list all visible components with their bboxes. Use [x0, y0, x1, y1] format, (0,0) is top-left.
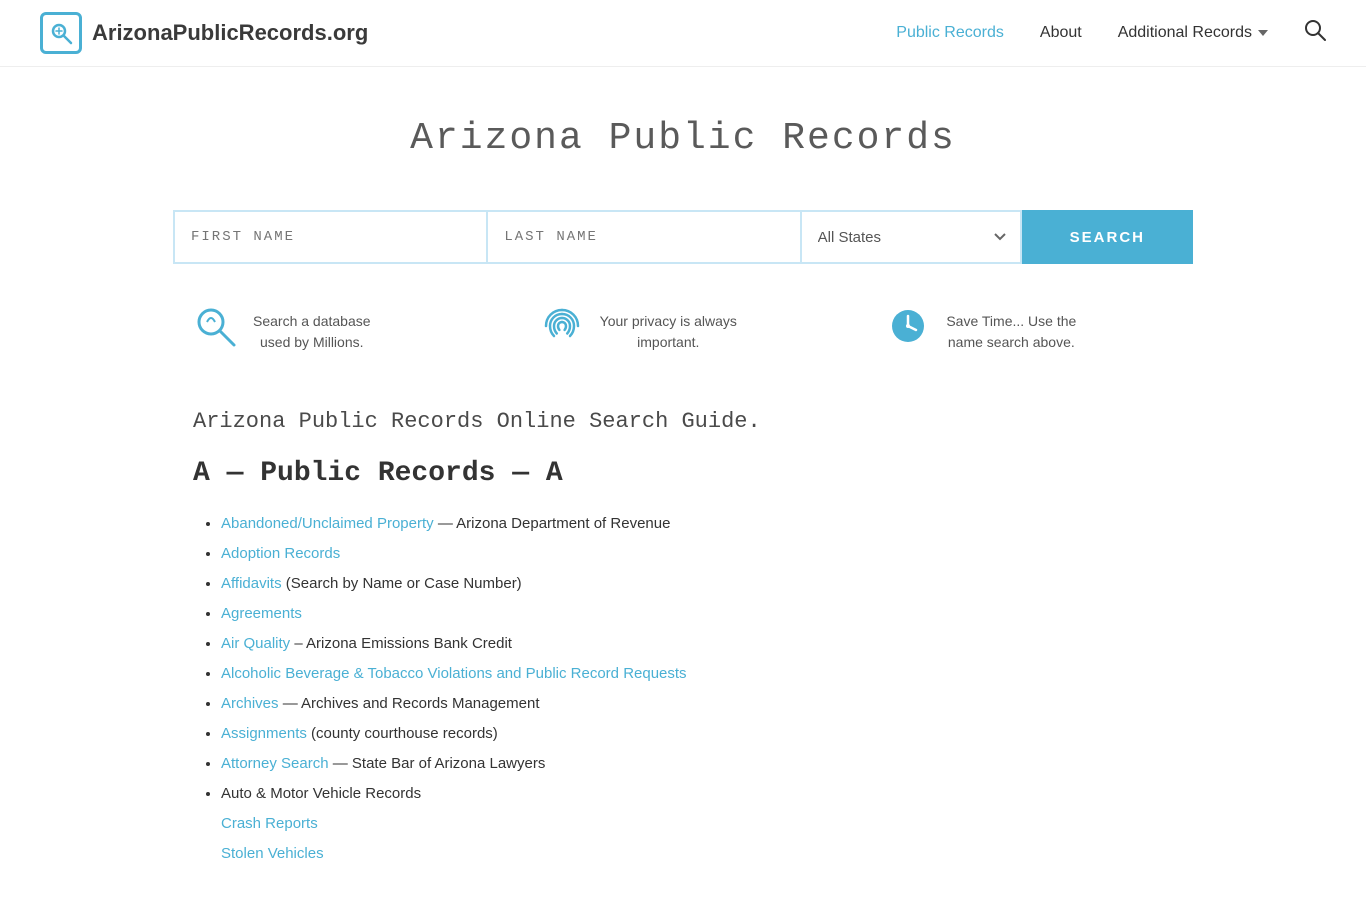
feature-privacy-text: Your privacy is alwaysimportant.: [600, 311, 737, 353]
sub-list: Crash Reports Stolen Vehicles: [221, 809, 1173, 869]
record-list: Abandoned/Unclaimed Property — Arizona D…: [193, 509, 1173, 869]
affidavits-link[interactable]: Affidavits: [221, 575, 282, 592]
dropdown-arrow-icon: [1258, 30, 1268, 36]
stolen-vehicles-link[interactable]: Stolen Vehicles: [221, 845, 324, 862]
crash-reports-link[interactable]: Crash Reports: [221, 815, 318, 832]
list-item: Abandoned/Unclaimed Property — Arizona D…: [221, 509, 1173, 539]
auto-motor-text: Auto & Motor Vehicle Records: [221, 785, 421, 802]
page-title: Arizona Public Records: [40, 117, 1326, 160]
logo-icon: [40, 12, 82, 54]
content-section: Arizona Public Records Online Search Gui…: [133, 399, 1233, 909]
logo-link[interactable]: ArizonaPublicRecords.org: [40, 12, 368, 54]
list-item: Attorney Search — State Bar of Arizona L…: [221, 749, 1173, 779]
archives-link[interactable]: Archives: [221, 695, 279, 712]
attorney-search-link[interactable]: Attorney Search: [221, 755, 329, 772]
sub-list-item: Crash Reports: [221, 809, 1173, 839]
fingerprint-icon: [540, 304, 584, 359]
alpha-title: A — Public Records — A: [193, 458, 1173, 489]
list-item: Alcoholic Beverage & Tobacco Violations …: [221, 659, 1173, 689]
nav-public-records[interactable]: Public Records: [896, 24, 1004, 42]
nav-about[interactable]: About: [1040, 24, 1082, 42]
assignments-link[interactable]: Assignments: [221, 725, 307, 742]
list-item: Air Quality – Arizona Emissions Bank Cre…: [221, 629, 1173, 659]
first-name-input[interactable]: [173, 210, 486, 264]
last-name-input[interactable]: [486, 210, 801, 264]
feature-time-text: Save Time... Use thename search above.: [946, 311, 1076, 353]
guide-title: Arizona Public Records Online Search Gui…: [193, 409, 1173, 434]
feature-privacy: Your privacy is alwaysimportant.: [540, 304, 827, 359]
logo-text: ArizonaPublicRecords.org: [92, 20, 368, 46]
feature-search-text: Search a databaseused by Millions.: [253, 311, 371, 353]
search-icon[interactable]: [1304, 19, 1326, 48]
feature-search: Search a databaseused by Millions.: [193, 304, 480, 359]
search-bar: All States Alabama Alaska Arizona Arkans…: [133, 190, 1233, 294]
list-item: Auto & Motor Vehicle Records Crash Repor…: [221, 779, 1173, 869]
abandoned-property-link[interactable]: Abandoned/Unclaimed Property: [221, 515, 434, 532]
hero-section: Arizona Public Records: [0, 67, 1366, 190]
magnifier-icon: [193, 304, 237, 359]
list-item: Assignments (county courthouse records): [221, 719, 1173, 749]
nav-links: Public Records About Additional Records: [896, 19, 1326, 48]
adoption-records-link[interactable]: Adoption Records: [221, 545, 340, 562]
features-row: Search a databaseused by Millions. Your …: [133, 294, 1233, 399]
list-item: Adoption Records: [221, 539, 1173, 569]
search-button[interactable]: SEARCH: [1022, 210, 1193, 264]
agreements-link[interactable]: Agreements: [221, 605, 302, 622]
air-quality-link[interactable]: Air Quality: [221, 635, 290, 652]
nav-additional-records[interactable]: Additional Records: [1118, 24, 1268, 42]
clock-icon: [886, 304, 930, 359]
sub-list-item: Stolen Vehicles: [221, 839, 1173, 869]
list-item: Affidavits (Search by Name or Case Numbe…: [221, 569, 1173, 599]
state-select[interactable]: All States Alabama Alaska Arizona Arkans…: [802, 210, 1022, 264]
navbar: ArizonaPublicRecords.org Public Records …: [0, 0, 1366, 67]
list-item: Archives — Archives and Records Manageme…: [221, 689, 1173, 719]
alcoholic-beverage-link[interactable]: Alcoholic Beverage & Tobacco Violations …: [221, 665, 687, 682]
feature-time: Save Time... Use thename search above.: [886, 304, 1173, 359]
list-item: Agreements: [221, 599, 1173, 629]
